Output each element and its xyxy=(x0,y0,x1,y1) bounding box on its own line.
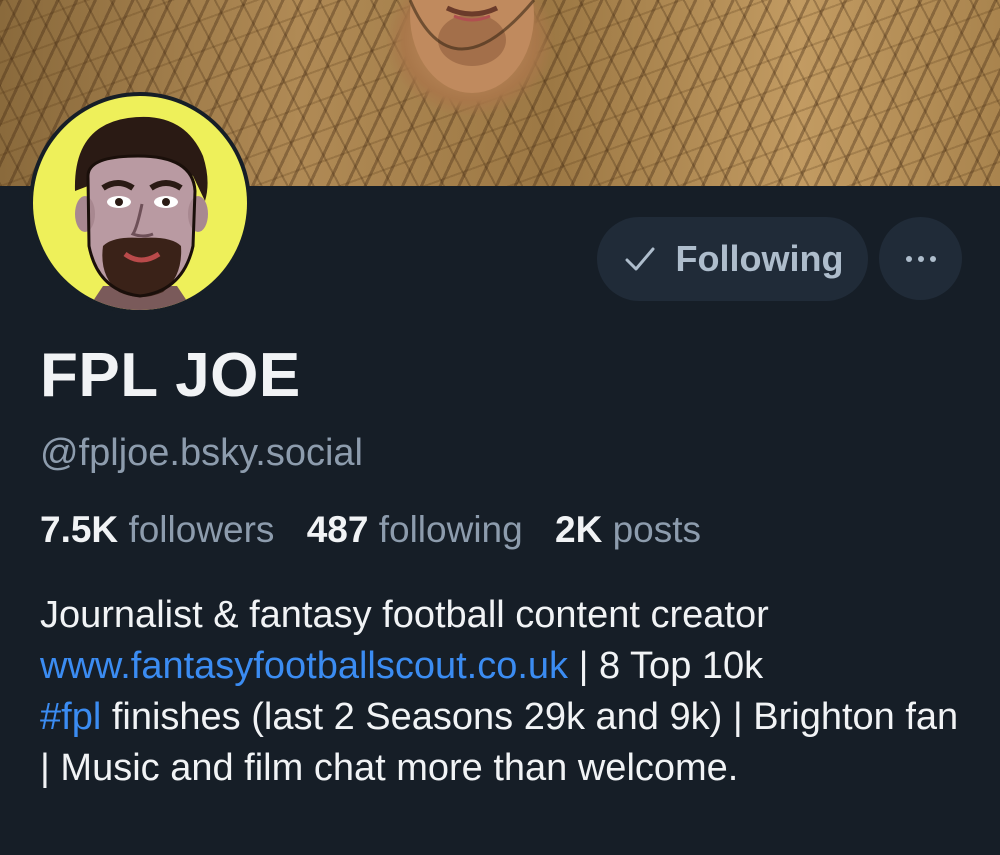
banner-face-artwork xyxy=(408,0,536,93)
posts-count: 2K xyxy=(555,509,603,550)
display-name: FPL JOE xyxy=(40,341,301,410)
bio-hashtag-link[interactable]: #fpl xyxy=(40,696,101,738)
ellipsis-icon xyxy=(929,255,936,262)
followers-stat[interactable]: 7.5K followers xyxy=(40,509,274,550)
ellipsis-icon xyxy=(917,255,924,262)
bio-text: | 8 Top 10k xyxy=(568,645,764,687)
bio-text-rest: finishes (last 2 Seasons 29k and 9k) | B… xyxy=(40,696,959,789)
cartoon-man-avatar-icon xyxy=(74,116,208,310)
profile-page: Following FPL JOE @fpljoe.bsky.social 7.… xyxy=(0,0,1000,855)
bio-website-link[interactable]: www.fantasyfootballscout.co.uk xyxy=(40,645,568,687)
following-count: 487 xyxy=(306,509,369,550)
following-label: following xyxy=(378,509,523,550)
posts-label: posts xyxy=(612,509,702,550)
following-button-label: Following xyxy=(675,238,844,279)
posts-stat: 2K posts xyxy=(555,509,701,550)
bio-line: Journalist & fantasy football content cr… xyxy=(40,594,769,636)
following-stat[interactable]: 487 following xyxy=(307,509,523,550)
avatar[interactable] xyxy=(29,92,251,314)
profile-bio: Journalist & fantasy football content cr… xyxy=(40,590,970,794)
ellipsis-icon xyxy=(905,255,912,262)
following-button[interactable]: Following xyxy=(597,217,868,301)
profile-stats: 7.5K followers 487 following 2K posts xyxy=(40,509,723,551)
more-options-button[interactable] xyxy=(879,217,962,300)
followers-count: 7.5K xyxy=(40,509,119,550)
followers-label: followers xyxy=(128,509,275,550)
handle[interactable]: @fpljoe.bsky.social xyxy=(40,432,363,475)
avatar-image xyxy=(33,96,247,310)
checkmark-icon xyxy=(625,247,655,271)
